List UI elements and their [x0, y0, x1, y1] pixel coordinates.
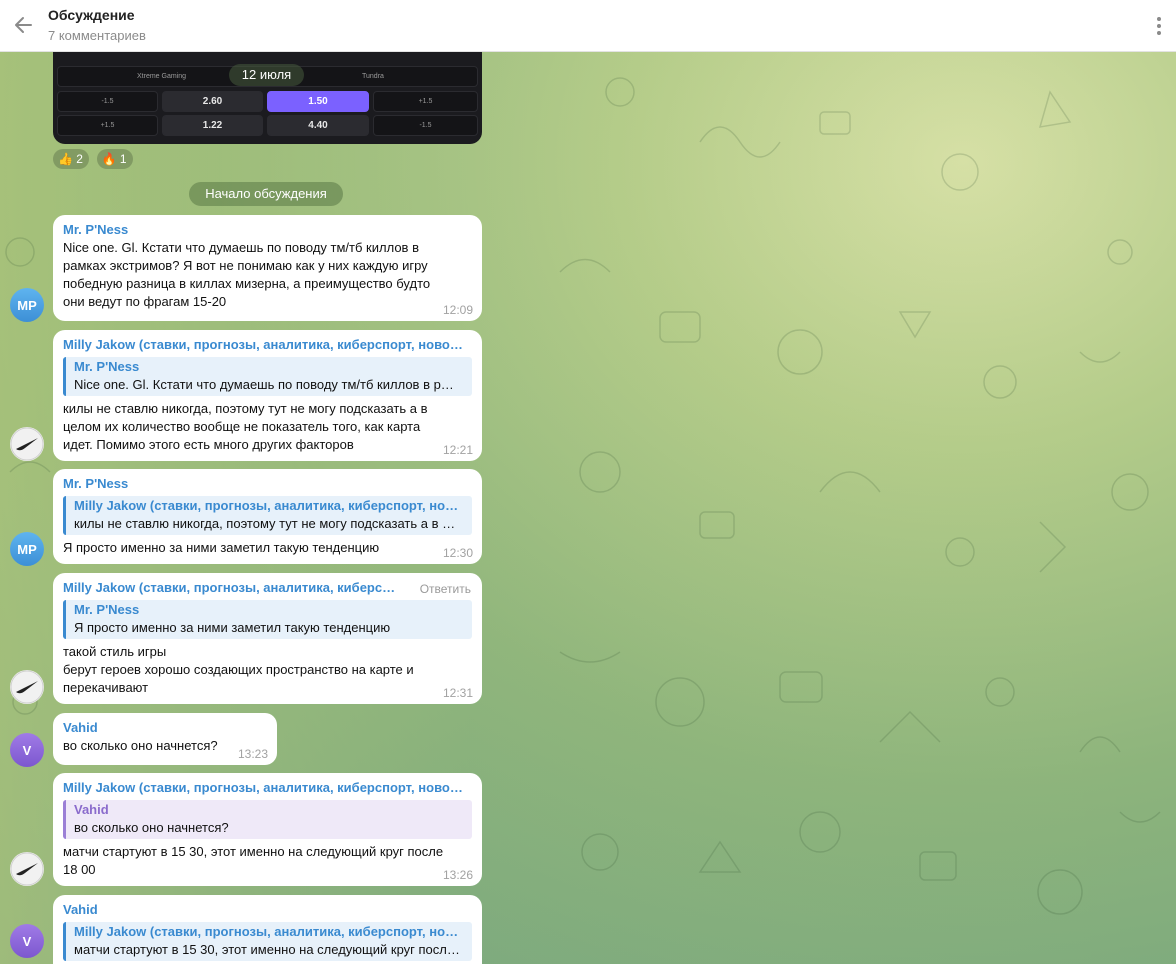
- quote-text: Я просто именно за ними заметил такую те…: [74, 620, 391, 635]
- message-bubble[interactable]: Milly Jakow (ставки, прогнозы, аналитика…: [53, 330, 482, 461]
- reply-quote[interactable]: Mr. P'Ness Я просто именно за ними замет…: [63, 600, 472, 639]
- message-text-line: берут героев хорошо создающих пространст…: [63, 662, 414, 677]
- avatar-nike-icon[interactable]: [10, 852, 44, 886]
- avatar-nike-icon[interactable]: [10, 670, 44, 704]
- reaction-thumbs-up[interactable]: 👍 2: [53, 149, 89, 169]
- reply-button[interactable]: Ответить: [420, 582, 471, 596]
- message-text-line: перекачивают: [63, 680, 149, 695]
- quote-author: Mr. P'Ness: [74, 359, 140, 374]
- bet-odd-selected[interactable]: 1.50: [267, 91, 369, 112]
- bet-odds-row-1: -1.5 2.60 1.50 +1.5: [57, 91, 478, 112]
- quote-author: Mr. P'Ness: [74, 602, 140, 617]
- bet-handicap[interactable]: -1.5: [373, 115, 478, 136]
- bet-handicap[interactable]: +1.5: [57, 115, 158, 136]
- quote-author: Vahid: [74, 802, 109, 817]
- chat-header: Обсуждение 7 комментариев: [0, 0, 1176, 52]
- message-bubble[interactable]: Milly Jakow (ставки, прогнозы, аналитика…: [53, 573, 482, 704]
- message-author[interactable]: Milly Jakow (ставки, прогнозы, аналитика…: [63, 336, 473, 354]
- message-time: 12:21: [442, 443, 473, 457]
- reply-quote[interactable]: Vahid во сколько оно начнется?: [63, 800, 472, 839]
- more-menu-icon[interactable]: [1150, 14, 1168, 38]
- nike-swoosh-icon: [10, 670, 44, 704]
- message-text: во сколько оно начнется?: [63, 738, 218, 753]
- message-author[interactable]: Milly Jakow (ставки, прогнозы, аналитика…: [63, 579, 403, 597]
- quote-author: Milly Jakow (ставки, прогнозы, аналитика…: [74, 498, 459, 513]
- discussion-start-label: Начало обсуждения: [189, 182, 343, 206]
- header-subtitle: 7 комментариев: [48, 28, 146, 43]
- message-author[interactable]: Milly Jakow (ставки, прогнозы, аналитика…: [63, 779, 473, 797]
- message-author[interactable]: Vahid: [63, 901, 472, 919]
- fire-icon: 🔥: [101, 152, 117, 166]
- bet-team-right: Tundra: [362, 73, 384, 80]
- avatar-nike-icon[interactable]: [10, 427, 44, 461]
- bet-odd[interactable]: 4.40: [267, 115, 369, 136]
- bet-handicap[interactable]: -1.5: [57, 91, 158, 112]
- message-bubble[interactable]: Mr. P'Ness Nice one. Gl. Кстати что дума…: [53, 215, 482, 321]
- message-text: Я просто именно за ними заметил такую те…: [63, 540, 380, 555]
- message-text-line: такой стиль игры: [63, 644, 167, 659]
- quote-author: Milly Jakow (ставки, прогнозы, аналитика…: [74, 924, 459, 939]
- thumbs-up-icon: 👍: [58, 152, 73, 166]
- reaction-fire[interactable]: 🔥 1: [96, 149, 133, 169]
- reply-quote[interactable]: Milly Jakow (ставки, прогнозы, аналитика…: [63, 496, 472, 535]
- header-title: Обсуждение: [48, 7, 135, 23]
- bet-team-left: Xtreme Gaming: [137, 73, 187, 80]
- avatar[interactable]: MP: [10, 532, 44, 566]
- bet-odd[interactable]: 1.22: [162, 115, 263, 136]
- message-time: 12:30: [442, 546, 473, 560]
- chat-area[interactable]: Xtreme Gaming Tundra -1.5 2.60 1.50 +1.5…: [0, 52, 1176, 964]
- date-separator: 12 июля: [229, 64, 304, 86]
- reply-quote[interactable]: Mr. P'Ness Nice one. Gl. Кстати что дума…: [63, 357, 472, 396]
- quote-text: килы не ставлю никогда, поэтому тут не м…: [74, 516, 456, 531]
- message-time: 13:23: [237, 747, 268, 761]
- message-time: 13:26: [442, 868, 473, 882]
- avatar[interactable]: MP: [10, 288, 44, 322]
- message-bubble[interactable]: Vahid Milly Jakow (ставки, прогнозы, ана…: [53, 895, 482, 964]
- message-author[interactable]: Mr. P'Ness: [63, 475, 472, 493]
- message-author[interactable]: Vahid: [63, 719, 267, 737]
- nike-swoosh-icon: [10, 427, 44, 461]
- quote-text: матчи стартуют в 15 30, этот именно на с…: [74, 942, 460, 957]
- avatar[interactable]: V: [10, 924, 44, 958]
- message-author[interactable]: Mr. P'Ness: [63, 221, 472, 239]
- reply-quote[interactable]: Milly Jakow (ставки, прогнозы, аналитика…: [63, 922, 472, 961]
- message-bubble[interactable]: Vahid во сколько оно начнется? 13:23: [53, 713, 277, 765]
- back-arrow-icon[interactable]: [12, 14, 34, 36]
- message-text: матчи стартуют в 15 30, этот именно на с…: [63, 844, 444, 877]
- message-time: 12:31: [442, 686, 473, 700]
- reaction-count: 1: [119, 152, 127, 166]
- reaction-count: 2: [76, 152, 83, 166]
- bet-handicap[interactable]: +1.5: [373, 91, 478, 112]
- message-bubble[interactable]: Milly Jakow (ставки, прогнозы, аналитика…: [53, 773, 482, 886]
- bet-odd[interactable]: 2.60: [162, 91, 263, 112]
- message-text: килы не ставлю никогда, поэтому тут не м…: [63, 401, 428, 452]
- quote-text: Nice one. Gl. Кстати что думаешь по пово…: [74, 377, 454, 392]
- message-text: Nice one. Gl. Кстати что думаешь по пово…: [63, 240, 431, 309]
- message-bubble[interactable]: Mr. P'Ness Milly Jakow (ставки, прогнозы…: [53, 469, 482, 564]
- avatar[interactable]: V: [10, 733, 44, 767]
- bet-odds-row-2: +1.5 1.22 4.40 -1.5: [57, 115, 478, 136]
- reactions-bar: 👍 2 🔥 1: [53, 149, 137, 169]
- message-time: 12:09: [442, 303, 473, 317]
- nike-swoosh-icon: [10, 852, 44, 886]
- quote-text: во сколько оно начнется?: [74, 820, 229, 835]
